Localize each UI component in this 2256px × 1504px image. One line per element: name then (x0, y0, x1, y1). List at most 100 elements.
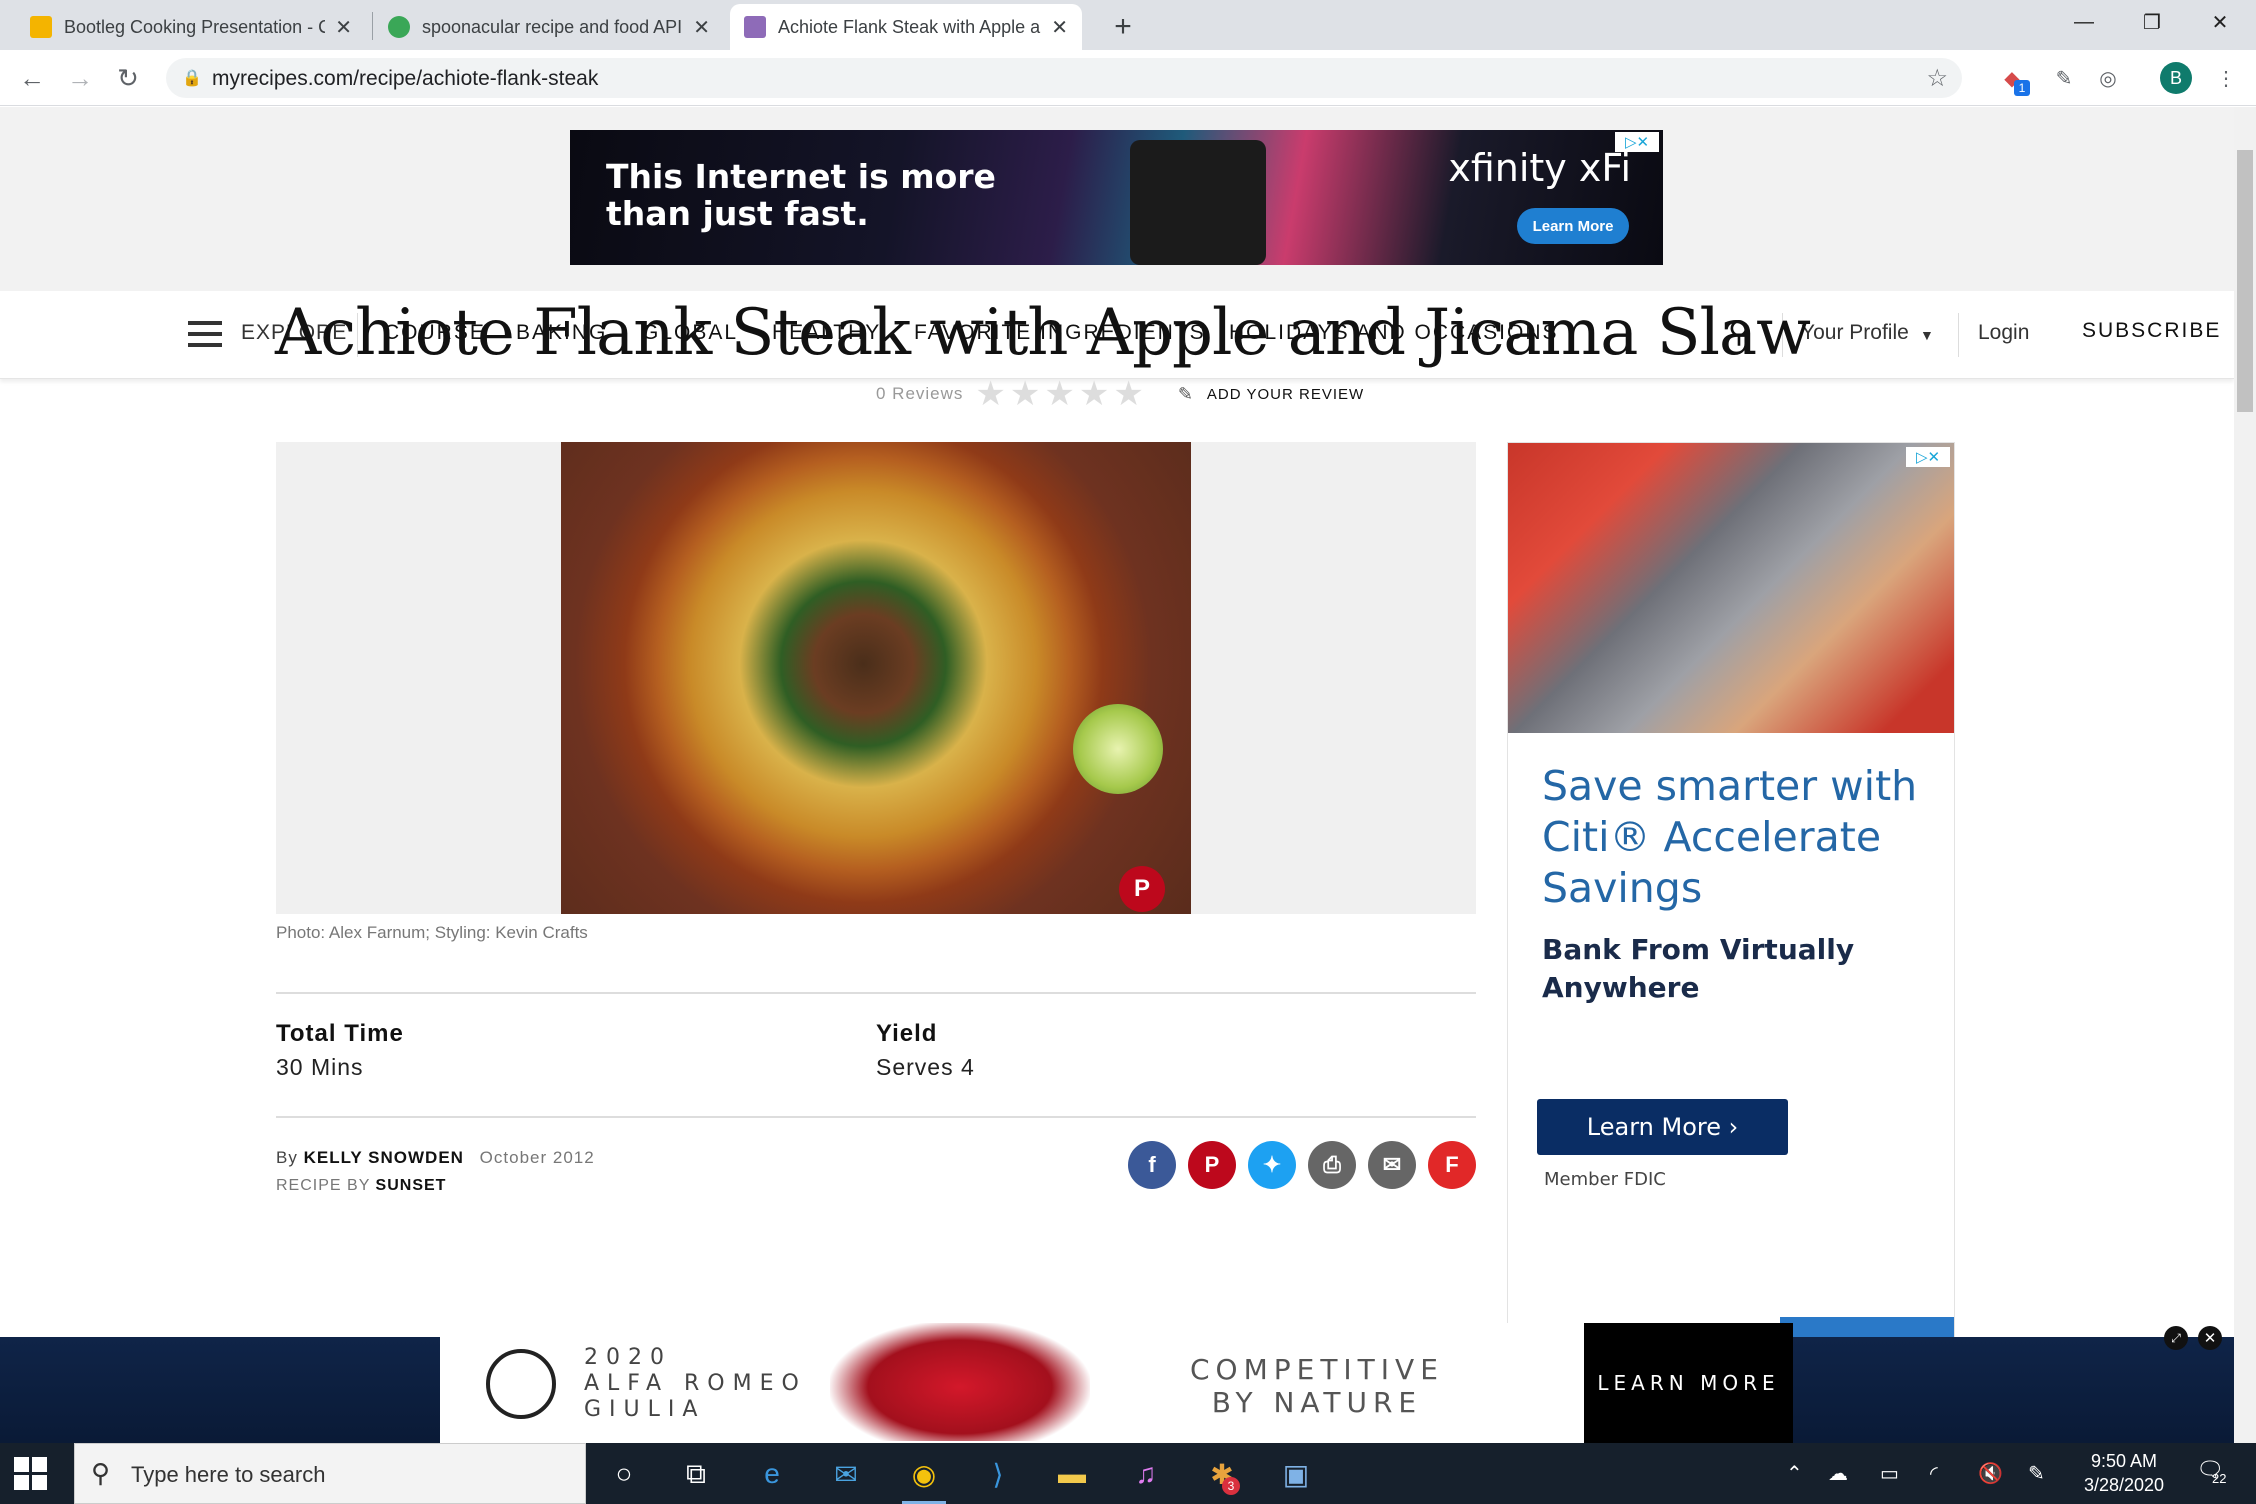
address-bar[interactable]: 🔒 myrecipes.com/recipe/achiote-flank-ste… (166, 58, 1962, 98)
adchoices-icon[interactable]: ▷✕ (1906, 447, 1950, 467)
pinterest-icon[interactable]: P (1188, 1141, 1236, 1189)
divider (276, 1116, 1476, 1118)
close-tab-icon[interactable]: ✕ (335, 15, 352, 40)
tab-separator (372, 12, 373, 40)
ad-subheadline: Bank From Virtually Anywhere (1542, 931, 1854, 1007)
search-placeholder: Type here to search (131, 1462, 326, 1487)
twitter-icon[interactable]: ✦ (1248, 1141, 1296, 1189)
ad-learn-more-button[interactable]: Learn More (1517, 208, 1629, 244)
edge-icon[interactable]: e (750, 1453, 794, 1495)
clock-time: 9:50 AM (2090, 1451, 2158, 1471)
ad-headline-line1: This Internet is more (606, 157, 996, 196)
windows-start-icon[interactable] (14, 1457, 48, 1491)
chrome-icon[interactable]: ◉ (902, 1453, 946, 1504)
ad-model-brand: ALFA ROMEO (584, 1371, 807, 1396)
subscribe-link[interactable]: SUBSCRIBE (2082, 319, 2221, 343)
ad-learn-more-button[interactable]: Learn More › (1537, 1099, 1788, 1155)
taskbar-clock[interactable]: 9:50 AM 3/28/2020 (2064, 1449, 2184, 1497)
menu-kebab-icon[interactable]: ⋮ (2212, 64, 2240, 92)
reviews-count[interactable]: 0 Reviews (876, 384, 963, 404)
ad-headline-line3: Savings (1542, 864, 1703, 912)
wifi-icon[interactable]: ◜ (1930, 1461, 1938, 1486)
email-icon[interactable]: ✉ (1368, 1141, 1416, 1189)
recipe-photo (561, 442, 1191, 914)
action-center-icon[interactable]: 🗨 22 (2196, 1457, 2230, 1491)
chevron-down-icon[interactable]: ▼ (1920, 327, 1934, 343)
ad-model: 2020 ALFA ROMEO GIULIA (584, 1345, 807, 1423)
yield-label: Yield (876, 1020, 938, 1047)
star-rating[interactable]: ★★★★★ (975, 374, 1147, 414)
total-time-label: Total Time (276, 1020, 404, 1047)
volume-muted-icon[interactable]: 🔇 (1978, 1461, 2003, 1486)
search-icon: ⚲ (91, 1458, 111, 1488)
url-text[interactable]: myrecipes.com/recipe/achiote-flank-steak (212, 67, 598, 91)
ad-learn-more-button[interactable]: LEARN MORE (1584, 1323, 1793, 1443)
expand-ad-icon[interactable]: ⤢ (2164, 1326, 2188, 1350)
profile-avatar[interactable]: B (2160, 62, 2192, 94)
rating-row: 0 Reviews ★★★★★ ✎ ADD YOUR REVIEW (876, 375, 1364, 413)
battery-icon[interactable]: ▭ (1880, 1461, 1899, 1486)
recipe-by-label: RECIPE BY (276, 1177, 371, 1194)
extension-badge: 1 (2014, 80, 2030, 96)
ad-sub-line2: Anywhere (1542, 971, 1700, 1004)
close-window-icon[interactable]: ✕ (2186, 0, 2254, 44)
pinterest-save-icon[interactable]: P (1119, 866, 1165, 912)
forward-icon[interactable]: → (62, 60, 98, 96)
adchoices-icon[interactable]: ▷✕ (1615, 132, 1659, 152)
close-tab-icon[interactable]: ✕ (1051, 15, 1068, 40)
cortana-icon[interactable]: ○ (602, 1453, 646, 1495)
recipe-source-link[interactable]: SUNSET (376, 1177, 447, 1194)
file-explorer-icon[interactable]: ▬ (1050, 1453, 1094, 1495)
browser-tab-bootleg[interactable]: Bootleg Cooking Presentation - C ✕ (16, 4, 366, 50)
task-view-icon[interactable]: ⧉ (674, 1453, 718, 1495)
lime-wedge-image (1073, 704, 1163, 794)
onedrive-icon[interactable]: ☁ (1828, 1461, 1848, 1486)
ad-tagline: COMPETITIVE BY NATURE (1190, 1353, 1444, 1419)
tab-title: Bootleg Cooking Presentation - C (64, 16, 326, 37)
slack-badge: 3 (1222, 1477, 1240, 1495)
browser-tab-achiote[interactable]: Achiote Flank Steak with Apple a ✕ (730, 4, 1082, 50)
facebook-icon[interactable]: f (1128, 1141, 1176, 1189)
back-icon[interactable]: ← (14, 60, 50, 96)
pen-icon[interactable]: ✎ (2028, 1461, 2045, 1486)
hamburger-menu-icon[interactable] (188, 321, 222, 347)
spoonacular-favicon-icon (388, 16, 410, 38)
ad-headline-line2: Citi® Accelerate (1542, 813, 1882, 861)
close-tab-icon[interactable]: ✕ (693, 15, 710, 40)
add-review-link[interactable]: ADD YOUR REVIEW (1207, 386, 1364, 403)
top-ad-zone: This Internet is more than just fast. xf… (0, 107, 2234, 291)
print-icon[interactable]: ⎙ (1308, 1141, 1356, 1189)
login-link[interactable]: Login (1978, 321, 2029, 345)
your-profile-dropdown[interactable]: Your Profile (1801, 321, 1909, 345)
tray-chevron-icon[interactable]: ⌃ (1786, 1461, 1803, 1486)
reload-icon[interactable]: ↻ (110, 60, 146, 96)
bookmark-star-icon[interactable]: ☆ (1926, 64, 1948, 93)
photo-credit: Photo: Alex Farnum; Styling: Kevin Craft… (276, 923, 588, 942)
ad-brand-logo: xfinity xFi (1448, 146, 1631, 190)
myrecipes-favicon-icon (744, 16, 766, 38)
author-link[interactable]: KELLY SNOWDEN (304, 1148, 464, 1167)
citi-side-ad[interactable]: ▷✕ Save smarter with Citi® Accelerate Sa… (1507, 442, 1955, 1342)
itunes-icon[interactable]: ♫ (1124, 1453, 1168, 1495)
mail-icon[interactable]: ✉ (824, 1453, 868, 1495)
extension-circle-icon[interactable]: ◎ (2094, 64, 2122, 92)
close-ad-icon[interactable]: ✕ (2198, 1326, 2222, 1350)
mysql-workbench-icon[interactable]: ▣ (1274, 1453, 1318, 1495)
taskbar-search-box[interactable]: ⚲ Type here to search (74, 1443, 586, 1504)
vscode-icon[interactable]: ⟩ (976, 1453, 1020, 1495)
byline: By KELLY SNOWDEN October 2012 (276, 1148, 595, 1168)
scrollbar-thumb[interactable] (2237, 150, 2253, 412)
minimize-icon[interactable]: — (2050, 0, 2118, 44)
new-tab-button[interactable]: + (1100, 4, 1146, 50)
browser-tab-spoonacular[interactable]: spoonacular recipe and food API ✕ (374, 4, 724, 50)
xfinity-banner-ad[interactable]: This Internet is more than just fast. xf… (570, 130, 1663, 265)
eyedropper-extension-icon[interactable]: ✎ (2050, 64, 2078, 92)
alfa-romeo-ad[interactable]: 2020 ALFA ROMEO GIULIA COMPETITIVE BY NA… (440, 1323, 1793, 1443)
ad-fdic-note: Member FDIC (1544, 1169, 1666, 1190)
restore-icon[interactable]: ❐ (2118, 0, 2186, 44)
yield-value: Serves 4 (876, 1054, 975, 1080)
browser-tab-strip: Bootleg Cooking Presentation - C ✕ spoon… (0, 0, 2256, 50)
browser-toolbar: ← → ↻ 🔒 myrecipes.com/recipe/achiote-fla… (0, 50, 2256, 106)
recipe-source: RECIPE BY SUNSET (276, 1177, 446, 1195)
flipboard-icon[interactable]: F (1428, 1141, 1476, 1189)
